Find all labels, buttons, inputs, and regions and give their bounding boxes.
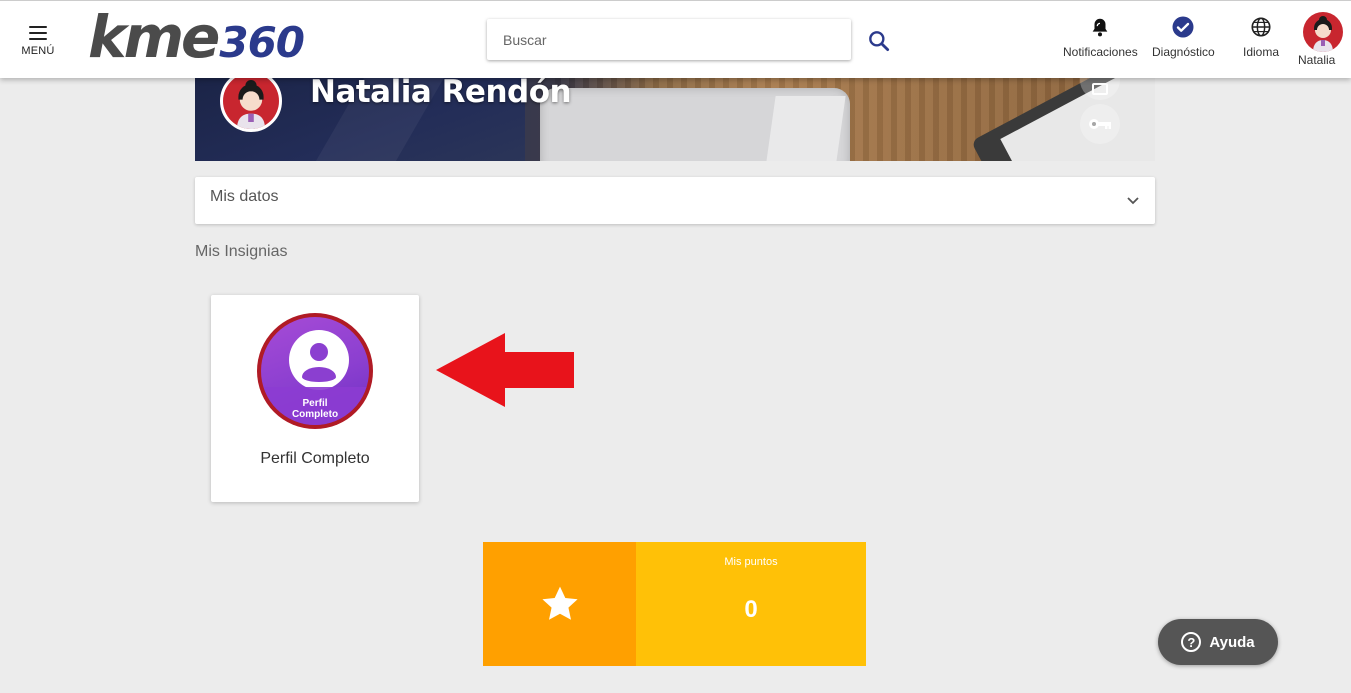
my-data-accordion[interactable]: Mis datos	[195, 177, 1155, 224]
language-button[interactable]: Idioma	[1243, 15, 1279, 59]
search-box	[487, 19, 851, 60]
change-password-button[interactable]	[1080, 104, 1120, 144]
points-label: Mis puntos	[724, 556, 778, 568]
profile-name: Natalia Rendón	[310, 78, 572, 110]
points-value: 0	[744, 596, 758, 623]
menu-label: MENÚ	[21, 45, 55, 57]
badge-card[interactable]: Perfil Completo Perfil Completo	[211, 295, 419, 502]
diagnostic-label: Diagnóstico	[1152, 45, 1215, 59]
menu-button[interactable]: MENÚ	[16, 23, 60, 63]
kme360-logo[interactable]: kme 360	[88, 3, 305, 71]
key-icon	[1089, 119, 1111, 129]
question-icon: ?	[1181, 632, 1202, 652]
check-circle-icon	[1171, 15, 1195, 39]
language-label: Idioma	[1243, 45, 1280, 59]
notifications-button[interactable]: Notificaciones	[1063, 15, 1138, 59]
hamburger-icon	[29, 26, 47, 40]
camera-icon	[1092, 83, 1108, 95]
my-data-title: Mis datos	[210, 188, 279, 205]
points-widget: Mis puntos 0	[483, 542, 866, 666]
profile-complete-medal: Perfil Completo	[257, 313, 373, 429]
globe-icon	[1249, 15, 1273, 39]
notifications-label: Notificaciones	[1063, 45, 1138, 59]
star-icon-box	[483, 542, 636, 666]
bell-icon	[1088, 15, 1112, 39]
help-label: Ayuda	[1209, 633, 1255, 651]
logo-number: 360	[219, 18, 305, 67]
help-button[interactable]: ? Ayuda	[1158, 619, 1278, 665]
user-avatar[interactable]	[1303, 12, 1343, 52]
medal-text-line2: Completo	[291, 409, 339, 420]
user-icon	[289, 330, 349, 390]
logo-text: kme	[88, 3, 220, 71]
points-value-box: Mis puntos 0	[636, 542, 866, 666]
profile-banner: Natalia Rendón	[195, 78, 1155, 161]
diagnostic-button[interactable]: Diagnóstico	[1152, 15, 1215, 59]
star-icon	[541, 586, 578, 620]
search-icon[interactable]	[866, 28, 892, 54]
badges-section-title: Mis Insignias	[195, 243, 288, 260]
user-label[interactable]: Natalia	[1298, 53, 1335, 67]
badge-caption: Perfil Completo	[260, 450, 370, 467]
red-arrow-annotation	[436, 333, 574, 407]
top-bar: MENÚ kme 360 Notificaciones Diagnóstico …	[0, 0, 1351, 78]
medal-text-line1: Perfil	[302, 398, 328, 409]
search-input[interactable]	[487, 19, 851, 60]
chevron-down-icon	[1127, 197, 1139, 205]
